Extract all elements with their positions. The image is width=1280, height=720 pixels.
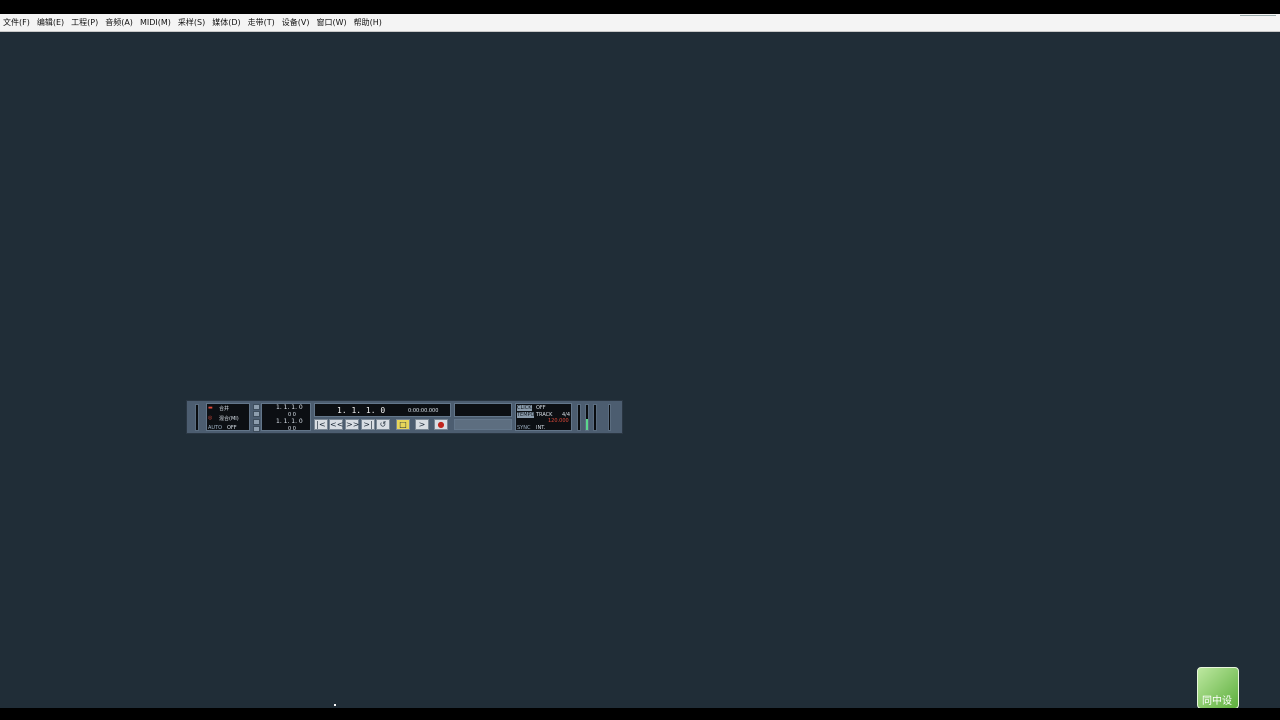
menu-help[interactable]: 帮助(H) bbox=[354, 14, 382, 32]
transport-panel: ▬ 合并 ◎ 混合(MI) AUTO OFF 1. 1. 1. 0 0 0 1.… bbox=[186, 400, 623, 434]
sync-label[interactable]: SYNC bbox=[517, 425, 530, 431]
output-meter-right-2 bbox=[593, 404, 597, 431]
output-meter-right bbox=[585, 404, 589, 431]
rewind-button[interactable]: << bbox=[329, 419, 343, 430]
cycle-mode-icon: ◎ bbox=[208, 415, 213, 421]
go-to-start-button[interactable]: |< bbox=[314, 419, 328, 430]
watermark-text: 同中设 bbox=[1202, 696, 1232, 707]
input-meter bbox=[195, 404, 199, 431]
record-mode-section: ▬ 合并 ◎ 混合(MI) AUTO OFF bbox=[206, 403, 250, 431]
locators-display: 1. 1. 1. 0 0 0 1. 1. 1. 0 0 0 bbox=[261, 403, 311, 432]
menu-project[interactable]: 工程(P) bbox=[71, 14, 98, 32]
forward-button[interactable]: >> bbox=[345, 419, 359, 430]
position-bars[interactable]: 1. 1. 1. 0 bbox=[337, 406, 385, 415]
punch-out-button[interactable] bbox=[253, 426, 260, 432]
right-locator-sub: 0 0 bbox=[288, 426, 296, 432]
watermark-logo: 同中设 bbox=[1197, 667, 1239, 709]
tempo-label[interactable]: TEMPO bbox=[517, 412, 535, 418]
menu-media[interactable]: 媒体(D) bbox=[212, 14, 240, 32]
punch-in-button[interactable] bbox=[253, 411, 260, 417]
master-fader[interactable] bbox=[608, 404, 611, 431]
right-locator-button[interactable] bbox=[253, 419, 260, 425]
menu-bar: 文件(F) 编辑(E) 工程(P) 音频(A) MIDI(M) 采样(S) 媒体… bbox=[0, 14, 1280, 32]
click-tempo-section: CLICK OFF TEMPO TRACK 4/4 120.000 SYNC I… bbox=[515, 403, 572, 431]
left-locator-value[interactable]: 1. 1. 1. 0 bbox=[276, 405, 303, 411]
click-label[interactable]: CLICK bbox=[517, 405, 532, 411]
cycle-mode-value[interactable]: 混合(MI) bbox=[219, 416, 239, 422]
auto-value[interactable]: OFF bbox=[227, 425, 237, 431]
go-to-end-button[interactable]: >| bbox=[361, 419, 375, 430]
menu-file[interactable]: 文件(F) bbox=[3, 14, 30, 32]
output-meter-fill bbox=[586, 418, 588, 430]
stop-button[interactable]: □ bbox=[396, 419, 410, 430]
right-locator-value[interactable]: 1. 1. 1. 0 bbox=[276, 419, 303, 425]
record-mode-icon: ▬ bbox=[208, 405, 213, 411]
window-controls[interactable] bbox=[1240, 15, 1276, 19]
marker-display[interactable] bbox=[454, 403, 512, 417]
sync-value: INT. bbox=[536, 425, 546, 431]
title-bar bbox=[0, 0, 1280, 14]
tempo-value[interactable]: 120.000 bbox=[548, 418, 569, 424]
project-workspace bbox=[0, 32, 1280, 708]
position-display: 1. 1. 1. 0 0:00:00.000 bbox=[314, 403, 451, 417]
cycle-button[interactable]: ↺ bbox=[376, 419, 390, 430]
output-meter-left bbox=[577, 404, 581, 431]
play-button[interactable]: > bbox=[415, 419, 429, 430]
menu-edit[interactable]: 编辑(E) bbox=[37, 14, 64, 32]
record-mode-value[interactable]: 合并 bbox=[219, 406, 229, 412]
menu-devices[interactable]: 设备(V) bbox=[282, 14, 310, 32]
auto-label: AUTO bbox=[208, 425, 223, 431]
menu-midi[interactable]: MIDI(M) bbox=[140, 14, 171, 32]
menu-window[interactable]: 窗口(W) bbox=[316, 14, 346, 32]
position-time[interactable]: 0:00:00.000 bbox=[408, 408, 438, 414]
menu-transport[interactable]: 走带(T) bbox=[248, 14, 275, 32]
left-locator-button[interactable] bbox=[253, 404, 260, 410]
mouse-cursor bbox=[334, 704, 336, 706]
marker-nav-buttons[interactable] bbox=[454, 419, 512, 430]
bottom-bar bbox=[0, 708, 1280, 720]
menu-sample[interactable]: 采样(S) bbox=[178, 14, 205, 32]
click-value: OFF bbox=[536, 405, 546, 411]
record-button[interactable]: ● bbox=[434, 419, 448, 430]
menu-audio[interactable]: 音频(A) bbox=[105, 14, 133, 32]
